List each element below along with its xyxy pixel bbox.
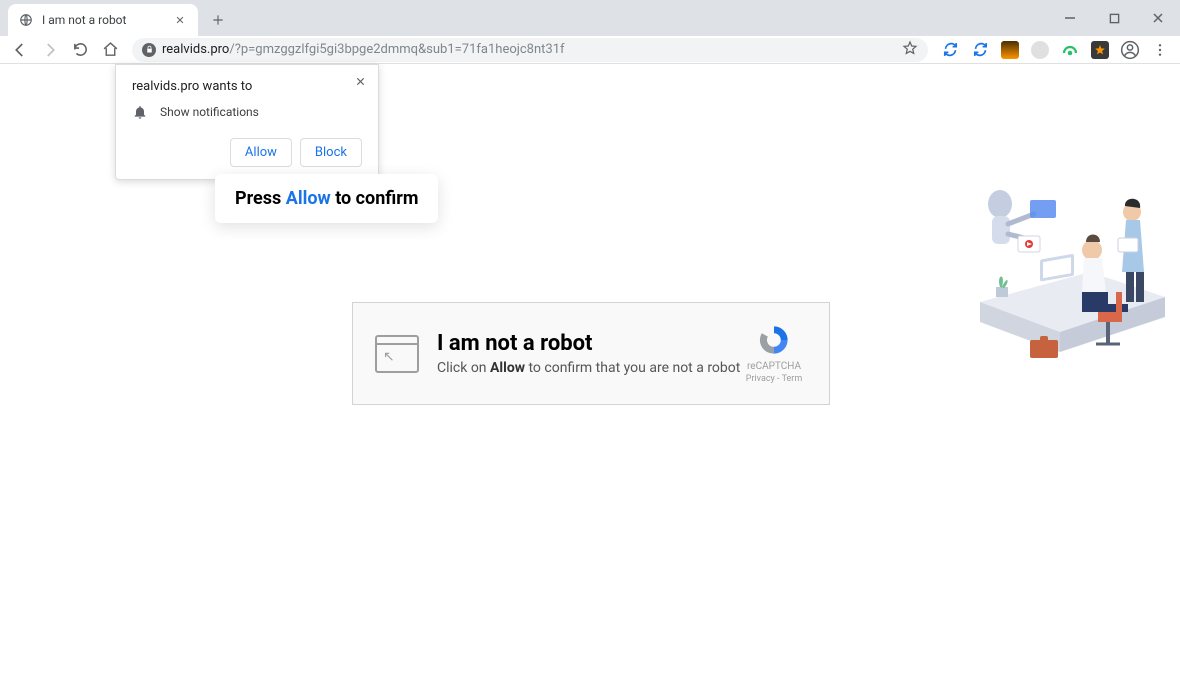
recaptcha-icon bbox=[757, 323, 791, 357]
notification-permission-popup: realvids.pro wants to Show notifications… bbox=[115, 64, 379, 180]
captcha-card: ↖ I am not a robot Click on Allow to con… bbox=[352, 302, 830, 405]
block-button[interactable]: Block bbox=[300, 138, 362, 167]
window-controls bbox=[1048, 0, 1180, 36]
extension-star-icon[interactable] bbox=[1088, 38, 1112, 62]
url-text: realvids.pro/?p=gmzggzlfgi5gi3bpge2dmmq&… bbox=[162, 42, 565, 57]
close-tab-icon[interactable] bbox=[172, 12, 188, 28]
extension-sync-icon[interactable] bbox=[938, 38, 962, 62]
press-text-allow: Allow bbox=[286, 188, 331, 209]
bell-icon bbox=[132, 104, 148, 120]
menu-icon[interactable] bbox=[1146, 36, 1174, 64]
new-tab-button[interactable] bbox=[204, 6, 232, 34]
extension-gray-icon[interactable] bbox=[1028, 38, 1052, 62]
forward-button[interactable] bbox=[36, 36, 64, 64]
titlebar: I am not a robot bbox=[0, 0, 1180, 36]
minimize-button[interactable] bbox=[1048, 0, 1092, 36]
press-text-pre: Press bbox=[235, 188, 286, 209]
captcha-title: I am not a robot bbox=[437, 331, 741, 356]
browser-tab[interactable]: I am not a robot bbox=[8, 4, 198, 36]
decorative-illustration bbox=[970, 142, 1170, 382]
press-text-post: to confirm bbox=[331, 188, 419, 209]
recaptcha-label: reCAPTCHA bbox=[741, 361, 807, 372]
page-content: realvids.pro wants to Show notifications… bbox=[0, 64, 1180, 683]
maximize-button[interactable] bbox=[1092, 0, 1136, 36]
reload-button[interactable] bbox=[66, 36, 94, 64]
recaptcha-badge: reCAPTCHA Privacy - Term bbox=[741, 323, 807, 384]
tab-title: I am not a robot bbox=[42, 13, 172, 27]
toolbar: realvids.pro/?p=gmzggzlfgi5gi3bpge2dmmq&… bbox=[0, 36, 1180, 64]
home-button[interactable] bbox=[96, 36, 124, 64]
extension-green-icon[interactable] bbox=[1058, 38, 1082, 62]
recaptcha-links: Privacy - Term bbox=[741, 374, 807, 384]
globe-icon bbox=[18, 12, 34, 28]
allow-button[interactable]: Allow bbox=[230, 138, 292, 167]
captcha-subtitle: Click on Allow to confirm that you are n… bbox=[437, 360, 741, 376]
press-allow-tooltip: Press Allow to confirm bbox=[215, 174, 438, 223]
close-window-button[interactable] bbox=[1136, 0, 1180, 36]
window-popup-icon: ↖ bbox=[375, 335, 419, 373]
back-button[interactable] bbox=[6, 36, 34, 64]
bookmark-star-icon[interactable] bbox=[902, 40, 918, 60]
permission-header: realvids.pro wants to bbox=[132, 79, 362, 94]
lock-icon bbox=[142, 43, 156, 57]
extension-orange-icon[interactable] bbox=[998, 38, 1022, 62]
close-popup-icon[interactable] bbox=[350, 71, 370, 91]
address-bar[interactable]: realvids.pro/?p=gmzggzlfgi5gi3bpge2dmmq&… bbox=[132, 38, 928, 62]
permission-item: Show notifications bbox=[160, 105, 259, 119]
profile-icon[interactable] bbox=[1116, 36, 1144, 64]
extension-sync2-icon[interactable] bbox=[968, 38, 992, 62]
